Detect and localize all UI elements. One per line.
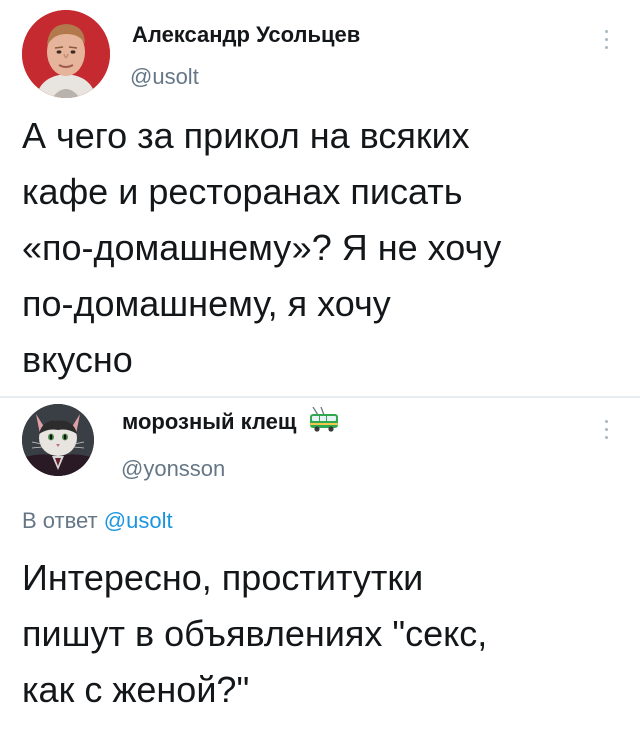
display-name-text: морозный клещ bbox=[122, 409, 297, 434]
display-name[interactable]: морозный клещ bbox=[122, 407, 339, 435]
reply-context: В ответ @usolt bbox=[22, 508, 173, 534]
avatar-photo bbox=[22, 10, 110, 98]
tweet-card[interactable]: Александр Усольцев @usolt А чего за прик… bbox=[0, 0, 640, 398]
display-name[interactable]: Александр Усольцев bbox=[132, 22, 360, 48]
reply-prefix: В ответ bbox=[22, 508, 98, 533]
tweet-text-line: кафе и ресторанах писать bbox=[22, 171, 463, 212]
reply-to-handle-link[interactable]: @usolt bbox=[104, 508, 173, 533]
trolleybus-emoji-icon bbox=[309, 407, 338, 432]
tweet-text-line: как с женой?" bbox=[22, 669, 250, 710]
tweet-text: А чего за прикол на всяких кафе и рестор… bbox=[22, 108, 501, 388]
tweet-text: Интересно, проститутки пишут в объявлени… bbox=[22, 550, 487, 718]
tweet-card[interactable]: морозный клещ @yonsson В ответ @usolt Ин… bbox=[0, 398, 640, 735]
avatar[interactable] bbox=[22, 10, 110, 98]
tweet-text-line: пишут в объявлениях "секс, bbox=[22, 613, 488, 654]
tweet-text-line: Интересно, проститутки bbox=[22, 557, 424, 598]
user-handle[interactable]: @yonsson bbox=[121, 456, 225, 482]
vertical-ellipsis-icon[interactable] bbox=[602, 420, 610, 444]
tweet-text-line: «по-домашнему»? Я не хочу bbox=[22, 227, 502, 268]
tweet-text-line: по-домашнему, я хочу bbox=[22, 283, 391, 324]
avatar-cat-image bbox=[22, 404, 94, 476]
tweet-text-line: вкусно bbox=[22, 339, 133, 380]
avatar[interactable] bbox=[22, 404, 94, 476]
tweet-text-line: А чего за прикол на всяких bbox=[22, 115, 470, 156]
user-handle[interactable]: @usolt bbox=[130, 64, 199, 90]
vertical-ellipsis-icon[interactable] bbox=[602, 30, 610, 54]
